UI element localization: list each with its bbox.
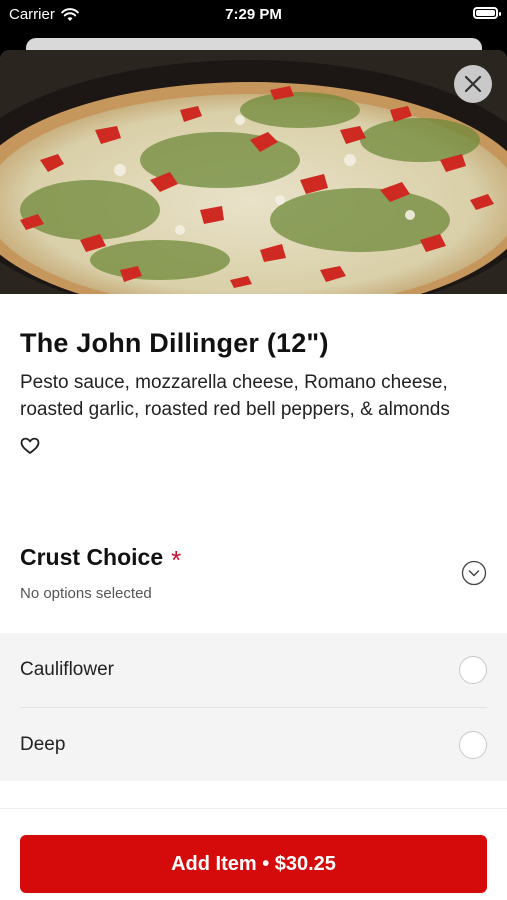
favorite-button[interactable] [20,437,40,455]
status-bar: Carrier 7:29 PM [0,0,507,30]
battery-icon [473,7,501,19]
option-label: Cauliflower [20,659,114,680]
pizza-image [0,50,507,294]
item-title: The John Dillinger (12") [20,328,329,358]
item-description: Pesto sauce, mozzarella cheese, Romano c… [20,372,450,420]
chevron-down-icon[interactable] [461,560,487,586]
required-marker: * [171,545,182,575]
close-button[interactable] [454,65,492,103]
heart-icon [20,437,40,454]
radio-button[interactable] [459,731,487,759]
option-label: Deep [20,734,66,755]
add-item-button[interactable]: Add Item • $30.25 [20,835,487,893]
pizza-photo [0,50,507,294]
crust-choice-title: Crust Choice [20,544,164,570]
close-icon [464,75,482,93]
crust-option-deep[interactable]: Deep [20,707,487,782]
crust-choice-header[interactable]: Crust Choice * No options selected [20,544,487,614]
status-time: 7:29 PM [225,6,282,23]
crust-options-list: Cauliflower Deep [0,633,507,781]
item-info: The John Dillinger (12") Pesto sauce, mo… [20,294,487,455]
footer-bar: Add Item • $30.25 [0,808,507,900]
crust-choice-title-row: Crust Choice * [20,544,487,576]
item-detail-sheet: The John Dillinger (12") Pesto sauce, mo… [0,50,507,900]
crust-option-cauliflower[interactable]: Cauliflower [20,633,487,707]
crust-selection-status: No options selected [20,585,152,602]
radio-button[interactable] [459,656,487,684]
